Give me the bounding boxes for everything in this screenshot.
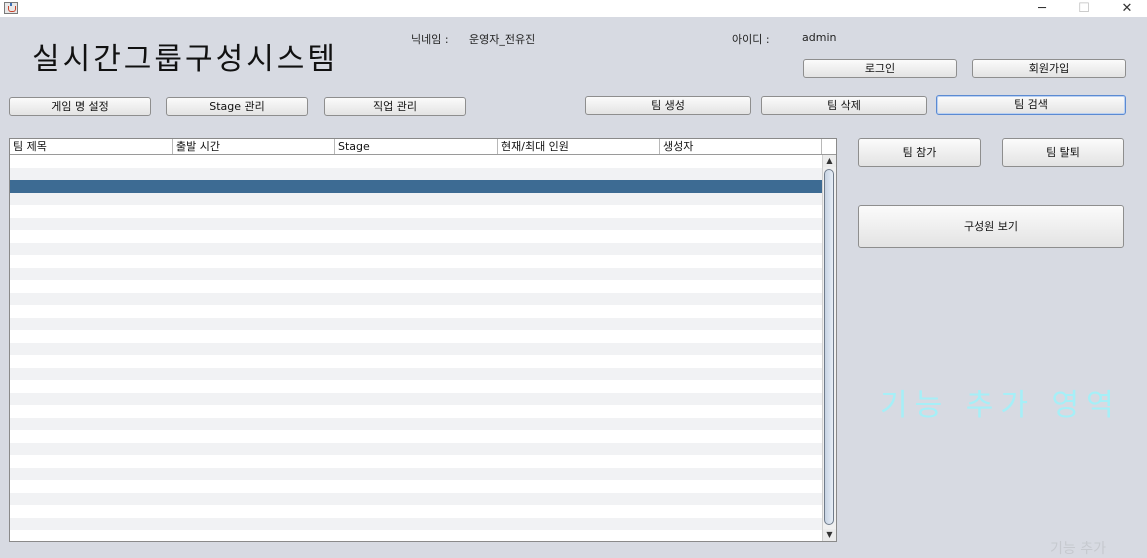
table-row[interactable] bbox=[10, 217, 822, 230]
close-button[interactable]: ✕ bbox=[1110, 0, 1144, 17]
column-header-corner bbox=[822, 139, 836, 154]
nickname-label: 닉네임 : bbox=[411, 33, 449, 46]
team-delete-button[interactable]: 팀 삭제 bbox=[761, 96, 927, 115]
id-label: 아이디 : bbox=[732, 33, 770, 46]
table-body[interactable] bbox=[10, 155, 822, 541]
id-value: admin bbox=[802, 31, 837, 44]
login-button[interactable]: 로그인 bbox=[803, 59, 957, 78]
table-row[interactable] bbox=[10, 330, 822, 343]
table-row[interactable] bbox=[10, 530, 822, 541]
table-row[interactable] bbox=[10, 492, 822, 505]
table-row[interactable] bbox=[10, 192, 822, 205]
signup-button[interactable]: 회원가입 bbox=[972, 59, 1126, 78]
column-header-departure-time[interactable]: 출발 시간 bbox=[173, 139, 335, 154]
scrollbar-thumb[interactable] bbox=[824, 169, 834, 525]
table-row[interactable] bbox=[10, 292, 822, 305]
feature-area-placeholder: 기능 추가 영역 bbox=[880, 388, 1121, 423]
table-vertical-scrollbar[interactable]: ▲ ▼ bbox=[822, 155, 836, 541]
table-row[interactable] bbox=[10, 230, 822, 243]
nickname-value: 운영자_전유진 bbox=[469, 33, 536, 46]
java-app-icon bbox=[4, 2, 18, 14]
maximize-button[interactable]: ☐ bbox=[1067, 0, 1101, 17]
table-row[interactable] bbox=[10, 305, 822, 318]
table-row[interactable] bbox=[10, 455, 822, 468]
window-titlebar: ─ ☐ ✕ bbox=[0, 0, 1147, 17]
table-row[interactable] bbox=[10, 342, 822, 355]
team-search-button[interactable]: 팀 검색 bbox=[936, 95, 1126, 115]
table-row[interactable] bbox=[10, 505, 822, 518]
table-row[interactable] bbox=[10, 430, 822, 443]
minimize-button[interactable]: ─ bbox=[1025, 0, 1059, 17]
job-manage-button[interactable]: 직업 관리 bbox=[324, 97, 466, 116]
view-members-button[interactable]: 구성원 보기 bbox=[858, 205, 1124, 248]
table-row[interactable] bbox=[10, 392, 822, 405]
column-header-creator[interactable]: 생성자 bbox=[660, 139, 822, 154]
faint-feature-text: 기능 추가 bbox=[1050, 541, 1106, 557]
table-row[interactable] bbox=[10, 517, 822, 530]
column-header-stage[interactable]: Stage bbox=[335, 139, 498, 154]
column-header-members[interactable]: 현재/최대 인원 bbox=[498, 139, 660, 154]
table-row[interactable] bbox=[10, 317, 822, 330]
chevron-up-icon[interactable]: ▲ bbox=[823, 155, 836, 167]
team-create-button[interactable]: 팀 생성 bbox=[585, 96, 751, 115]
table-row[interactable] bbox=[10, 205, 822, 218]
table-row[interactable] bbox=[10, 367, 822, 380]
table-row[interactable] bbox=[10, 267, 822, 280]
stage-manage-button[interactable]: Stage 관리 bbox=[166, 97, 308, 116]
column-header-team-title[interactable]: 팀 제목 bbox=[10, 139, 173, 154]
table-row[interactable] bbox=[10, 155, 822, 168]
table-row[interactable] bbox=[10, 280, 822, 293]
table-row[interactable] bbox=[10, 442, 822, 455]
table-row[interactable] bbox=[10, 180, 822, 193]
table-row[interactable] bbox=[10, 405, 822, 418]
table-row[interactable] bbox=[10, 380, 822, 393]
chevron-down-icon[interactable]: ▼ bbox=[823, 529, 836, 541]
team-leave-button[interactable]: 팀 탈퇴 bbox=[1002, 138, 1124, 167]
team-join-button[interactable]: 팀 참가 bbox=[858, 138, 981, 167]
table-row[interactable] bbox=[10, 467, 822, 480]
game-name-settings-button[interactable]: 게임 명 설정 bbox=[9, 97, 151, 116]
team-table[interactable]: 팀 제목 출발 시간 Stage 현재/최대 인원 생성자 ▲ ▼ bbox=[9, 138, 837, 542]
table-row[interactable] bbox=[10, 417, 822, 430]
table-row[interactable] bbox=[10, 255, 822, 268]
table-row[interactable] bbox=[10, 167, 822, 180]
table-row[interactable] bbox=[10, 355, 822, 368]
table-row[interactable] bbox=[10, 480, 822, 493]
app-title: 실시간그룹구성시스템 bbox=[32, 42, 338, 77]
table-header: 팀 제목 출발 시간 Stage 현재/최대 인원 생성자 bbox=[10, 139, 836, 155]
table-row[interactable] bbox=[10, 242, 822, 255]
